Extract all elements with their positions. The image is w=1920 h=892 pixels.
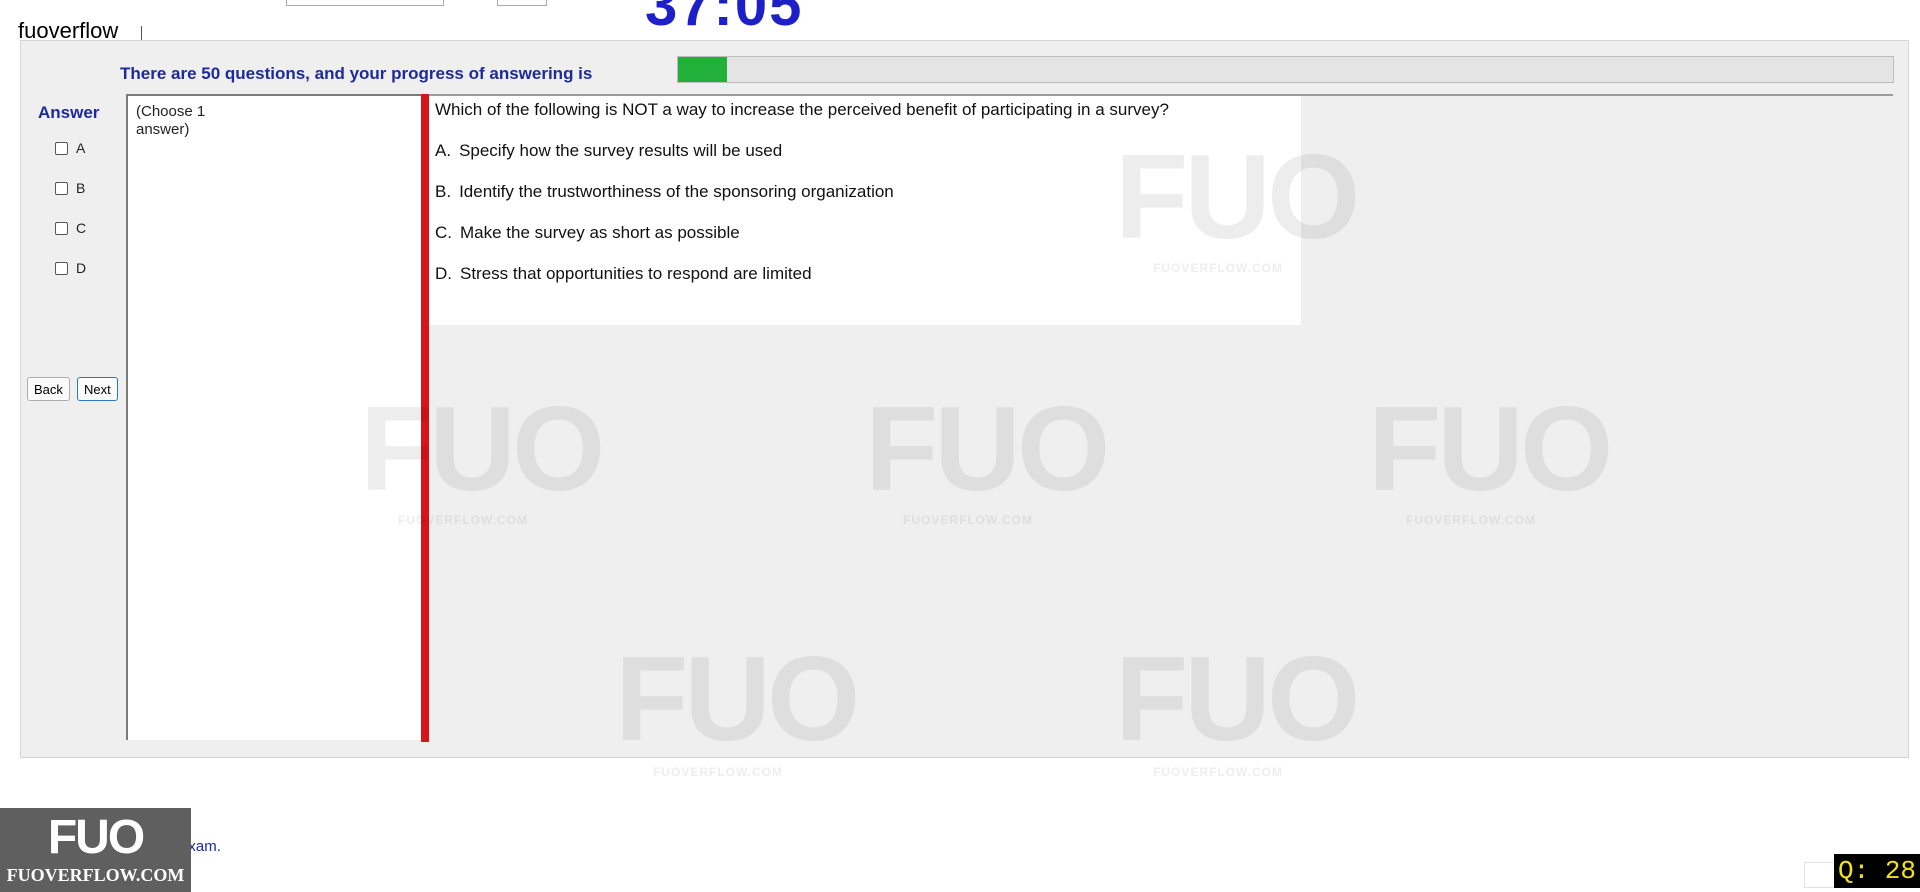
- watermark-logo: FUO: [1115, 130, 1360, 264]
- option-letter: D.: [435, 264, 452, 283]
- question-counter: Q: 28: [1833, 854, 1920, 888]
- watermark-site: FUOVERFLOW.COM: [1153, 261, 1283, 275]
- answer-option-a[interactable]: A: [55, 140, 85, 156]
- watermark-site: FUOVERFLOW.COM: [903, 513, 1033, 527]
- watermark-logo: FUO: [1368, 382, 1613, 516]
- answer-option-d[interactable]: D: [55, 260, 86, 276]
- progress-fill: [678, 57, 727, 82]
- option-letter: B.: [435, 182, 452, 201]
- watermark-site: FUOVERFLOW.COM: [1153, 765, 1283, 779]
- watermark-site: FUOVERFLOW.COM: [1406, 513, 1536, 527]
- question-option-d: D. Stress that opportunities to respond …: [435, 264, 812, 284]
- watermark-site: FUOVERFLOW.COM: [653, 765, 783, 779]
- answer-option-label: A: [76, 140, 86, 156]
- exam-timer: 37:05: [645, 0, 804, 38]
- question-option-c: C. Make the survey as short as possible: [435, 223, 740, 243]
- question-option-a: A. Specify how the survey results will b…: [435, 141, 782, 161]
- answer-option-label: D: [76, 260, 87, 276]
- corner-logo: FUO FUOVERFLOW.COM: [0, 808, 191, 892]
- checkbox[interactable]: [55, 221, 68, 235]
- option-text: Identify the trustworthiness of the spon…: [459, 182, 894, 201]
- progress-bar: [677, 56, 1894, 83]
- checkbox[interactable]: [55, 181, 68, 195]
- checkbox[interactable]: [55, 261, 68, 275]
- top-button-fragment[interactable]: [497, 0, 547, 6]
- question-text: Which of the following is NOT a way to i…: [435, 100, 1169, 119]
- progress-label: There are 50 questions, and your progres…: [120, 64, 593, 83]
- answer-option-b[interactable]: B: [55, 180, 85, 196]
- corner-logo-mark: FUO: [47, 811, 145, 864]
- watermark-site: FUOVERFLOW.COM: [398, 513, 528, 527]
- next-button[interactable]: Next: [77, 377, 118, 401]
- back-button[interactable]: Back: [27, 377, 70, 401]
- top-dropdown-fragment[interactable]: [286, 0, 444, 6]
- option-letter: C.: [435, 223, 452, 242]
- option-text: Stress that opportunities to respond are…: [460, 264, 812, 283]
- answer-title: Answer: [38, 103, 100, 122]
- corner-logo-site: FUOVERFLOW.COM: [6, 865, 185, 885]
- watermark-logo: FUO: [615, 632, 860, 766]
- option-text: Specify how the survey results will be u…: [459, 141, 783, 160]
- answer-option-label: C: [76, 220, 87, 236]
- checkbox[interactable]: [55, 141, 68, 155]
- watermark-logo: FUO: [360, 382, 605, 516]
- answer-option-label: B: [76, 180, 86, 196]
- option-letter: A.: [435, 141, 452, 160]
- choose-hint: (Choose 1 answer): [136, 103, 206, 138]
- watermark-logo: FUO: [1115, 632, 1360, 766]
- watermark-logo: FUO: [865, 382, 1110, 516]
- question-option-b: B. Identify the trustworthiness of the s…: [435, 182, 894, 202]
- answer-option-c[interactable]: C: [55, 220, 86, 236]
- option-text: Make the survey as short as possible: [460, 223, 740, 242]
